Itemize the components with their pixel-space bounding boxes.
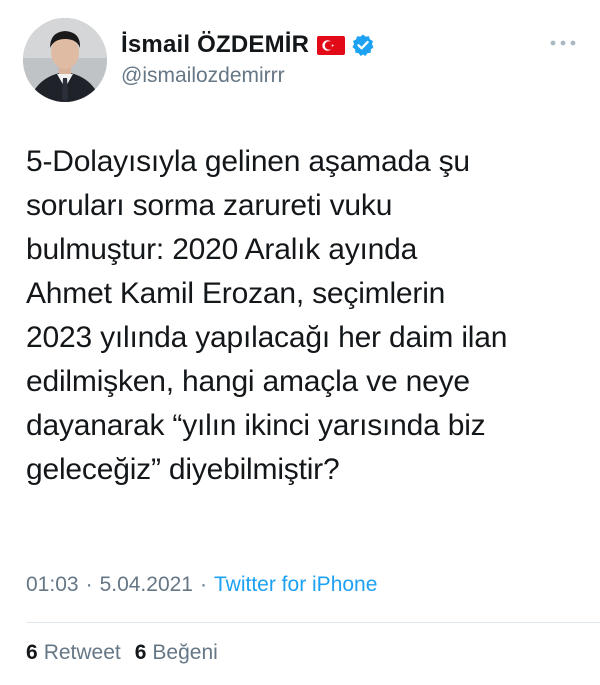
retweet-stat[interactable]: 6 Retweet [26, 641, 135, 665]
tweet-meta: 01:03 · 5.04.2021 · Twitter for iPhone [26, 573, 377, 597]
like-stat[interactable]: 6 Beğeni [135, 641, 232, 665]
more-options-icon[interactable] [548, 36, 578, 48]
tweet-stats: 6 Retweet 6 Beğeni [26, 641, 232, 665]
avatar-photo [23, 18, 107, 102]
retweet-label: Retweet [43, 641, 121, 664]
tweet-time[interactable]: 01:03 [26, 573, 79, 597]
tweet-source-link[interactable]: Twitter for iPhone [214, 573, 377, 597]
divider [26, 622, 600, 623]
tweet-text: 5-Dolayısıyla gelinen aşamada şu sorular… [26, 145, 508, 486]
avatar[interactable] [23, 18, 107, 102]
author-name-row: İsmail ÖZDEMİR [121, 30, 375, 60]
retweet-count: 6 [26, 641, 38, 664]
like-count: 6 [134, 641, 147, 664]
tweet-card: İsmail ÖZDEMİR @ismailozdemirrr 5-Dolayı… [0, 0, 600, 685]
meta-separator: · [200, 573, 207, 596]
author-handle[interactable]: @ismailozdemirrr [121, 64, 285, 88]
like-label: Beğeni [152, 641, 218, 664]
verified-badge-icon [351, 33, 375, 57]
author-display-name[interactable]: İsmail ÖZDEMİR [121, 31, 309, 59]
turkey-flag-icon [317, 35, 346, 55]
tweet-date[interactable]: 5.04.2021 [100, 573, 193, 597]
meta-separator: · [85, 573, 93, 596]
